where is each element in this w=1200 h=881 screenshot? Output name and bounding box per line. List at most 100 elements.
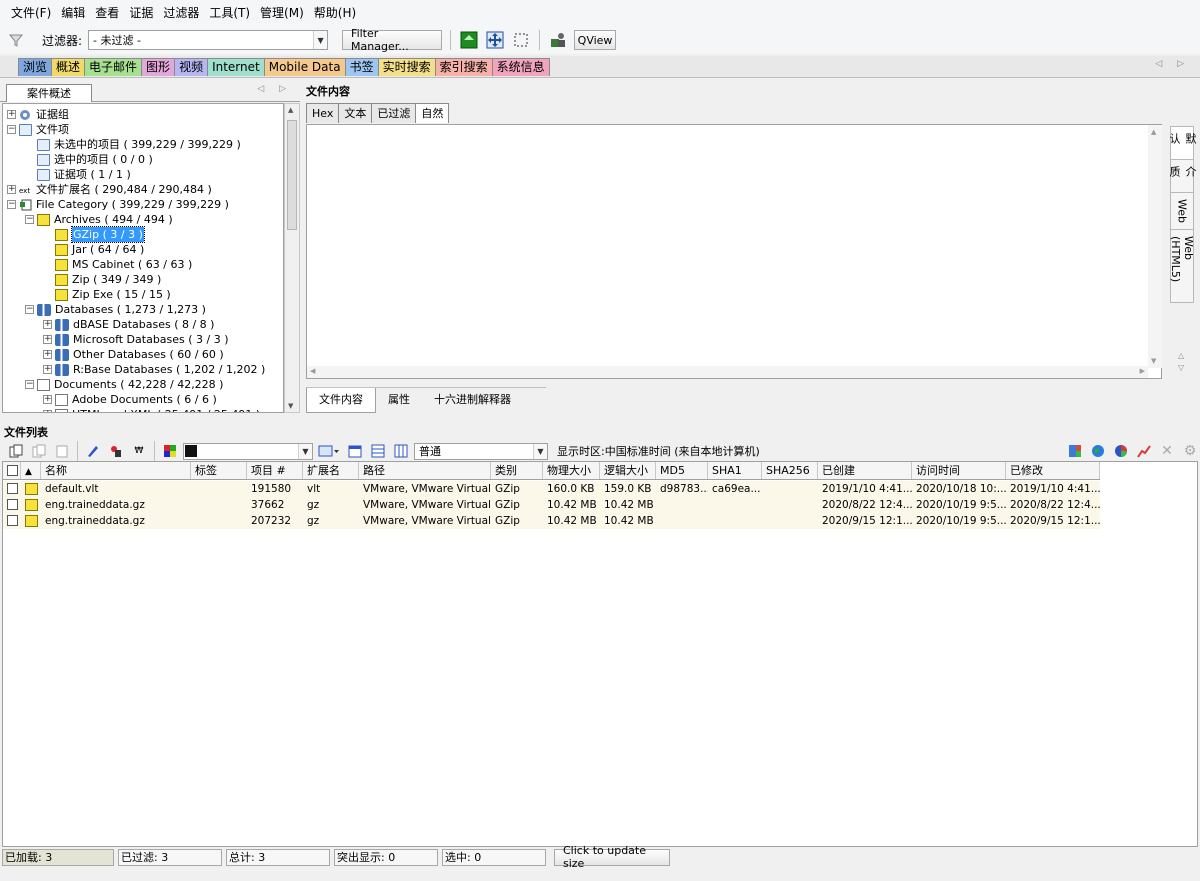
scroll-thumb[interactable]: [287, 120, 297, 230]
tree-node[interactable]: − Databases ( 1,273 / 1,273 ): [25, 302, 206, 317]
copy-disabled-icon[interactable]: [29, 441, 49, 461]
tree-node[interactable]: Jar ( 64 / 64 ): [43, 242, 144, 257]
content-tab[interactable]: 自然: [415, 103, 450, 123]
content-bottom-tab[interactable]: 文件内容: [306, 388, 376, 413]
column-header[interactable]: 路径: [359, 462, 491, 479]
tree-node[interactable]: + HTML and XML ( 25,491 / 25,491 ): [43, 407, 260, 412]
expand-icon[interactable]: +: [43, 365, 52, 374]
content-tab[interactable]: Hex: [306, 103, 340, 123]
view-mode-select[interactable]: 普通 ▼: [414, 442, 548, 460]
tree-node[interactable]: 未选中的项目 ( 399,229 / 399,229 ): [25, 137, 241, 152]
main-tab[interactable]: 浏览: [18, 58, 53, 76]
table-row[interactable]: default.vlt 191580 vlt VMware, VMware Virtu…: [3, 481, 1100, 497]
tree-node[interactable]: − Documents ( 42,228 / 42,228 ): [25, 377, 223, 392]
menu-item[interactable]: 文件(F): [6, 0, 56, 26]
main-tab[interactable]: Mobile Data: [263, 58, 346, 76]
checkbox[interactable]: [7, 483, 18, 494]
main-tab[interactable]: 电子邮件: [84, 58, 143, 76]
column-header[interactable]: 已创建: [818, 462, 912, 479]
tree-node[interactable]: − Archives ( 494 / 494 ): [25, 212, 173, 227]
filter-funnel-icon[interactable]: [6, 30, 26, 50]
table-row[interactable]: eng.traineddata.gz 37662 gz VMware, VMware …: [3, 497, 1100, 513]
color-palette-icon[interactable]: [160, 441, 180, 461]
checkbox[interactable]: [7, 499, 18, 510]
scroll-down-icon[interactable]: ▼: [288, 402, 293, 410]
content-tab[interactable]: 已过滤: [371, 103, 417, 123]
filter-manager-button[interactable]: Filter Manager...: [342, 27, 443, 53]
gear-icon[interactable]: ⚙: [1180, 441, 1200, 461]
tree-node[interactable]: + Other Databases ( 60 / 60 ): [43, 347, 224, 362]
menu-item[interactable]: 证据: [124, 0, 158, 26]
tree-node[interactable]: + Adobe Documents ( 6 / 6 ): [43, 392, 217, 407]
tree-node[interactable]: MS Cabinet ( 63 / 63 ): [43, 257, 192, 272]
column-chooser-icon[interactable]: [316, 441, 342, 461]
content-tab[interactable]: 文本: [338, 103, 373, 123]
row-checkbox[interactable]: [3, 513, 21, 529]
collapse-icon[interactable]: −: [25, 380, 34, 389]
scroll-up-icon[interactable]: ▲: [288, 106, 293, 114]
tree-node[interactable]: + R:Base Databases ( 1,202 / 1,202 ): [43, 362, 265, 377]
collapse-icon[interactable]: −: [25, 305, 34, 314]
quick-filter-icon[interactable]: ₩: [129, 441, 149, 461]
checkbox[interactable]: [7, 515, 18, 526]
tree-scrollbar[interactable]: ▲ ▼: [284, 103, 300, 413]
main-tab[interactable]: 图形: [141, 58, 176, 76]
grid-view-icon[interactable]: [368, 441, 388, 461]
column-header[interactable]: SHA1: [708, 462, 762, 479]
left-panel-nav-arrows[interactable]: ◁ ▷: [257, 84, 292, 94]
chart-up-icon[interactable]: [1134, 441, 1154, 461]
content-vertical-scrollbar[interactable]: ▲ ▼: [1148, 125, 1162, 368]
user-tree-icon[interactable]: [548, 30, 568, 50]
column-layout-icon[interactable]: [391, 441, 411, 461]
table-row[interactable]: eng.traineddata.gz 207232 gz VMware, VMware…: [3, 513, 1100, 529]
side-tab[interactable]: Web (HTML5): [1169, 229, 1195, 303]
tree-node[interactable]: Zip Exe ( 15 / 15 ): [43, 287, 171, 302]
filter-select[interactable]: - 未过滤 - ▼: [88, 30, 329, 50]
pie-chart-icon[interactable]: [1111, 441, 1131, 461]
expand-icon[interactable]: +: [43, 395, 52, 404]
row-checkbox[interactable]: [3, 497, 21, 513]
scroll-left-icon[interactable]: ◀: [310, 367, 315, 375]
main-tab[interactable]: 书签: [344, 58, 379, 76]
qview-button[interactable]: QView: [574, 30, 617, 50]
collapse-icon[interactable]: −: [7, 200, 16, 209]
update-size-button[interactable]: Click to update size: [554, 844, 670, 870]
tree-node[interactable]: − 文件项: [7, 122, 69, 137]
tree-node[interactable]: 证据项 ( 1 / 1 ): [25, 167, 131, 182]
column-header[interactable]: 逻辑大小: [600, 462, 656, 479]
side-tab[interactable]: 介质: [1168, 159, 1197, 193]
side-tab[interactable]: Web: [1170, 192, 1194, 230]
expand-icon[interactable]: +: [43, 320, 52, 329]
column-header[interactable]: MD5: [656, 462, 708, 479]
row-checkbox[interactable]: [3, 481, 21, 497]
tree-node[interactable]: + dBASE Databases ( 8 / 8 ): [43, 317, 214, 332]
tree-node[interactable]: 选中的项目 ( 0 / 0 ): [25, 152, 153, 167]
treemap-icon[interactable]: [1065, 441, 1085, 461]
tab-case-overview[interactable]: 案件概述: [6, 84, 92, 102]
paste-disabled-icon[interactable]: [52, 441, 72, 461]
select-all-checkbox[interactable]: [3, 462, 21, 479]
menu-item[interactable]: 工具(T): [204, 0, 255, 26]
move-icon[interactable]: [485, 30, 505, 50]
menu-item[interactable]: 编辑: [56, 0, 90, 26]
expand-icon[interactable]: +: [7, 185, 16, 194]
calendar-icon[interactable]: [345, 441, 365, 461]
collapse-icon[interactable]: −: [25, 215, 34, 224]
main-tab[interactable]: 索引搜索: [434, 58, 493, 76]
tree-node[interactable]: + 证据组: [7, 107, 69, 122]
selection-rect-icon[interactable]: [511, 30, 531, 50]
pen-icon[interactable]: [83, 441, 103, 461]
tree-node[interactable]: + ext 文件扩展名 ( 290,484 / 290,484 ): [7, 182, 212, 197]
menu-item[interactable]: 管理(M): [255, 0, 309, 26]
scroll-down-icon[interactable]: ▼: [1151, 357, 1156, 365]
globe-icon[interactable]: [1088, 441, 1108, 461]
column-header[interactable]: 类别: [491, 462, 543, 479]
main-tab[interactable]: Internet: [207, 58, 265, 76]
expand-icon[interactable]: +: [43, 335, 52, 344]
side-tab[interactable]: 默认: [1168, 126, 1197, 160]
main-tab[interactable]: 视频: [174, 58, 209, 76]
collapse-icon[interactable]: −: [7, 125, 16, 134]
expand-icon[interactable]: +: [7, 110, 16, 119]
tree-node[interactable]: + Microsoft Databases ( 3 / 3 ): [43, 332, 229, 347]
tree-node[interactable]: GZip ( 3 / 3 ): [43, 226, 145, 243]
